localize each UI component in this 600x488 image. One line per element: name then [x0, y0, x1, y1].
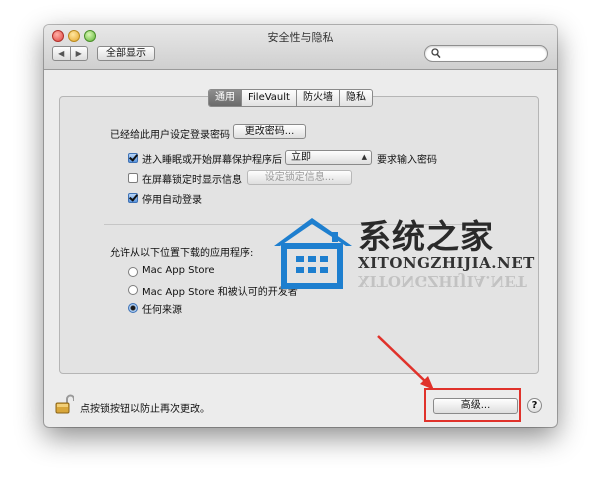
password-set-label: 已经给此用户设定登录密码	[110, 130, 230, 141]
back-forward-control: ◀ ▶	[52, 46, 88, 61]
set-lock-message-button[interactable]: 设定锁定信息...	[247, 170, 352, 185]
window-title: 安全性与隐私	[267, 31, 334, 44]
option-mac-app-store-label: Mac App Store	[142, 265, 215, 276]
help-button[interactable]: ?	[527, 398, 542, 413]
require-password-label: 进入睡眠或开始屏幕保护程序后	[142, 155, 282, 166]
option-anywhere-label: 任何来源	[142, 305, 182, 316]
show-all-button[interactable]: 全部显示	[97, 46, 155, 61]
back-button[interactable]: ◀	[53, 47, 71, 60]
tab-firewall[interactable]: 防火墙	[297, 90, 340, 106]
search-field[interactable]	[424, 45, 548, 62]
watermark-reflection: XITONGZHIJIA.NET	[358, 272, 527, 290]
tab-general[interactable]: 通用	[209, 90, 242, 106]
annotation-arrow-icon	[377, 335, 434, 390]
tab-filevault[interactable]: FileVault	[242, 90, 297, 106]
require-password-suffix: 要求输入密码	[377, 155, 437, 166]
show-message-label: 在屏幕锁定时显示信息	[142, 175, 242, 186]
tab-privacy[interactable]: 隐私	[340, 90, 372, 106]
search-icon	[431, 48, 441, 59]
forward-button[interactable]: ▶	[71, 47, 88, 60]
lock-icon[interactable]	[55, 394, 74, 414]
show-message-checkbox[interactable]	[128, 173, 138, 183]
chevron-updown-icon: ▲	[361, 153, 367, 161]
watermark: 系统之家 XITONGZHIJIA.NET XITONGZHIJIA.NET	[270, 212, 560, 302]
radio-mac-app-store[interactable]	[128, 267, 138, 277]
tab-bar: 通用 FileVault 防火墙 隐私	[208, 89, 373, 107]
highlight-box	[424, 388, 521, 422]
allow-downloads-label: 允许从以下位置下载的应用程序:	[110, 248, 254, 259]
watermark-subtitle: XITONGZHIJIA.NET	[358, 254, 535, 272]
change-password-button[interactable]: 更改密码...	[233, 124, 306, 139]
lock-instruction-text: 点按锁按钮以防止再次更改。	[80, 404, 210, 415]
radio-identified-developers[interactable]	[128, 285, 138, 295]
radio-anywhere[interactable]	[128, 303, 138, 313]
house-logo-icon	[274, 218, 352, 289]
disable-autologin-checkbox[interactable]	[128, 193, 138, 203]
title-bar: 安全性与隐私 ◀ ▶ 全部显示	[44, 25, 557, 70]
select-value: 立即	[291, 152, 311, 163]
disable-autologin-label: 停用自动登录	[142, 195, 202, 206]
require-password-delay-select[interactable]: 立即 ▲	[285, 150, 372, 165]
watermark-title: 系统之家	[358, 217, 494, 256]
require-password-checkbox[interactable]	[128, 153, 138, 163]
